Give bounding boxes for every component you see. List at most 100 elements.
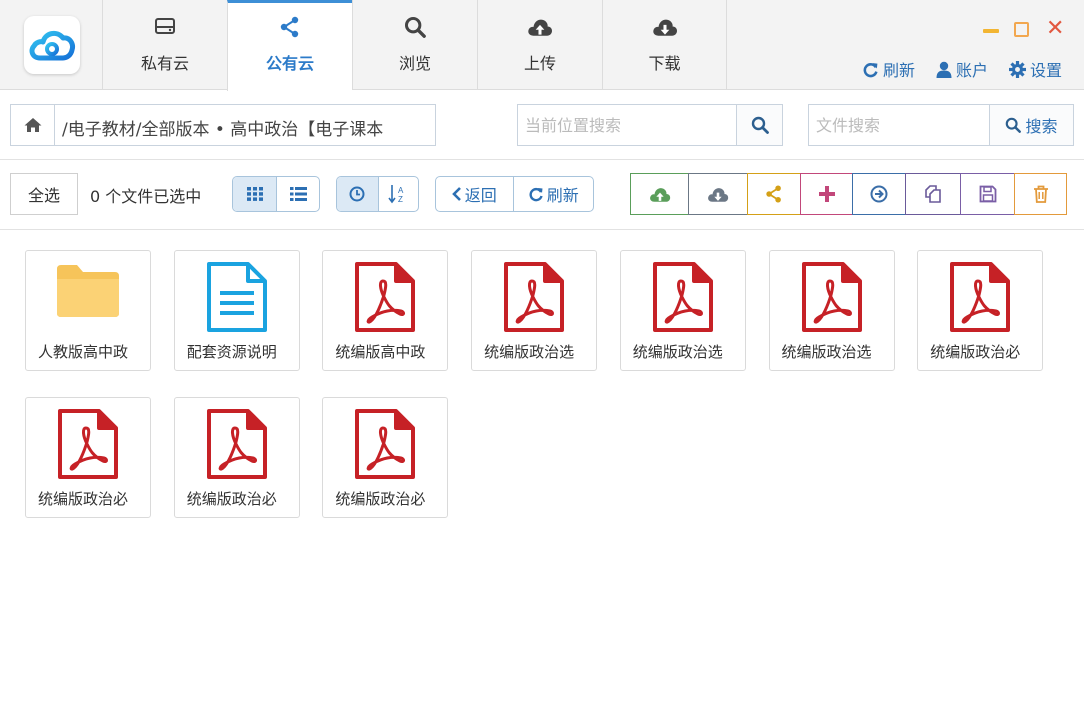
back-label: 返回	[464, 186, 497, 205]
tab-public-cloud[interactable]: 公有云	[227, 0, 352, 91]
file-search-box: 搜索	[808, 104, 1074, 146]
share-icon	[765, 185, 783, 203]
minimize-button[interactable]	[981, 20, 1001, 42]
plus-button[interactable]	[800, 173, 853, 215]
file-name: 统编版政治必	[186, 490, 277, 508]
tab-browse[interactable]: 浏览	[352, 0, 477, 90]
user-icon	[936, 61, 952, 78]
document-icon	[175, 261, 299, 333]
file-item[interactable]: 统编版政治必	[917, 250, 1044, 371]
pdf-icon	[175, 408, 299, 480]
share-icon	[228, 16, 352, 40]
cloud-upload-icon	[649, 185, 671, 203]
settings-label: 设置	[1030, 61, 1063, 80]
back-button[interactable]: 返回	[436, 177, 513, 211]
sort-alpha-icon: A Z	[388, 185, 404, 204]
file-item[interactable]: 统编版政治选	[768, 250, 895, 371]
tab-label: 私有云	[140, 54, 189, 73]
maximize-button[interactable]	[1012, 20, 1032, 42]
file-name: 统编版政治选	[484, 343, 575, 361]
file-name: 配套资源说明	[186, 343, 277, 361]
file-item[interactable]: 统编版高中政	[322, 250, 449, 371]
select-all-button[interactable]: 全选	[10, 173, 78, 215]
refresh-icon	[863, 62, 878, 77]
tab-label: 下载	[648, 54, 681, 73]
file-item[interactable]: 统编版政治必	[322, 397, 449, 518]
pdf-icon	[918, 261, 1042, 333]
arrow-circle-right-icon	[870, 185, 888, 203]
account-label: 账户	[956, 61, 989, 80]
location-search-button[interactable]	[736, 105, 782, 145]
copy-button[interactable]	[905, 173, 961, 215]
save-icon	[979, 185, 997, 203]
divider	[0, 229, 1084, 230]
cloud-upload-button[interactable]	[630, 173, 689, 215]
arrow-circle-right-button[interactable]	[852, 173, 906, 215]
file-name: 统编版政治必	[38, 490, 129, 508]
trash-icon	[1033, 185, 1049, 203]
file-name: 统编版政治选	[632, 343, 723, 361]
view-mode-group	[232, 176, 320, 212]
minimize-icon	[983, 29, 999, 33]
clock-icon	[349, 186, 365, 202]
trash-button[interactable]	[1014, 173, 1067, 215]
header-refresh-button[interactable]: 刷新	[862, 58, 915, 80]
refresh-icon	[529, 187, 543, 202]
file-name: 统编版高中政	[335, 343, 426, 361]
path-bar: /电子教材/全部版本 • 高中政治【电子课本	[10, 104, 436, 146]
top-bar: 私有云 公有云 浏览 上传 下载 ✕ 刷新 账户 设置	[0, 0, 1084, 91]
plus-icon	[818, 186, 835, 202]
pdf-icon	[26, 408, 150, 480]
file-action-group	[630, 173, 1067, 215]
breadcrumb-path[interactable]: /电子教材/全部版本 • 高中政治【电子课本	[62, 115, 434, 140]
file-item[interactable]: 统编版政治必	[25, 397, 151, 518]
close-button[interactable]: ✕	[1046, 17, 1066, 42]
grid-view-button[interactable]	[233, 177, 277, 211]
share-button[interactable]	[747, 173, 801, 215]
cloud-download-button[interactable]	[688, 173, 748, 215]
file-item[interactable]: 统编版政治必	[173, 397, 300, 518]
selected-count: 0 个文件已选中	[90, 187, 202, 206]
gear-icon	[1009, 60, 1026, 78]
file-search-button[interactable]: 搜索	[989, 105, 1073, 145]
grid-icon	[246, 187, 263, 201]
tab-label: 上传	[523, 54, 556, 73]
file-search-input[interactable]	[809, 105, 989, 145]
search-icon	[751, 116, 769, 134]
pdf-icon	[621, 261, 745, 333]
tab-download[interactable]: 下载	[602, 0, 727, 90]
file-item[interactable]: 统编版政治选	[619, 250, 746, 371]
chevron-left-icon	[451, 187, 461, 201]
cloud-download-icon	[707, 185, 729, 203]
file-item[interactable]: 配套资源说明	[173, 250, 300, 371]
account-button[interactable]: 账户	[936, 58, 988, 80]
sort-by-name-button[interactable]: A Z	[377, 177, 419, 211]
maximize-icon	[1014, 22, 1029, 37]
settings-button[interactable]: 设置	[1009, 58, 1062, 80]
file-item[interactable]: 统编版政治选	[471, 250, 598, 371]
toolbar-refresh-label: 刷新	[546, 186, 579, 205]
tab-label: 公有云	[265, 54, 314, 73]
file-search-label: 搜索	[1025, 117, 1058, 136]
app-logo	[24, 16, 80, 74]
toolbar-refresh-button[interactable]: 刷新	[512, 177, 593, 211]
hard-drive-icon	[103, 16, 227, 40]
file-name: 统编版政治必	[335, 490, 426, 508]
file-item[interactable]: 人教版高中政	[25, 250, 151, 371]
search-icon	[353, 16, 477, 40]
sort-by-time-button[interactable]	[337, 177, 378, 211]
pdf-icon	[770, 261, 894, 333]
svg-text:Z: Z	[398, 195, 403, 204]
copy-icon	[924, 185, 942, 203]
header-refresh-label: 刷新	[883, 61, 916, 80]
file-name: 统编版政治必	[930, 343, 1021, 361]
location-search-input[interactable]	[518, 105, 736, 145]
tab-upload[interactable]: 上传	[477, 0, 602, 90]
cloud-logo-icon	[29, 30, 75, 61]
tab-private-cloud[interactable]: 私有云	[102, 0, 227, 90]
home-button[interactable]	[11, 105, 55, 145]
navigation-group: 返回 刷新	[435, 176, 594, 212]
save-button[interactable]	[960, 173, 1015, 215]
pdf-icon	[472, 261, 596, 333]
list-view-button[interactable]	[276, 177, 319, 211]
